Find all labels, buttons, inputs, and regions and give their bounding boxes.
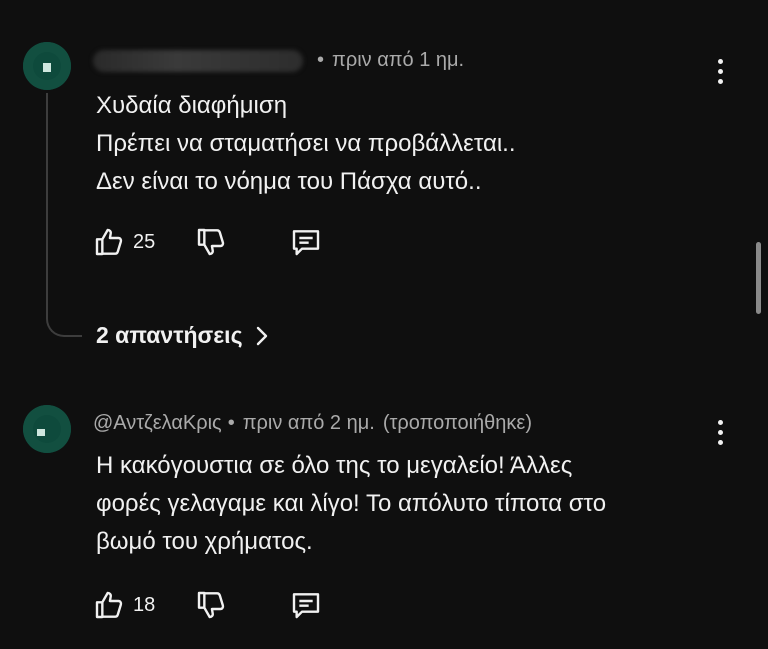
like-button[interactable]: 18: [93, 589, 155, 621]
like-count: 25: [133, 230, 156, 253]
comment-header: @ΑντζελαΚρις • πριν από 2 ημ. (τροποποιή…: [93, 412, 532, 435]
thumb-down-icon: [198, 591, 225, 619]
comment-actions: 18: [93, 589, 323, 621]
scrollbar[interactable]: [756, 242, 761, 314]
avatar[interactable]: [23, 42, 71, 90]
more-vertical-icon[interactable]: [718, 420, 724, 445]
avatar[interactable]: [23, 405, 71, 453]
dislike-button[interactable]: [195, 589, 227, 621]
thumb-down-icon: [198, 228, 225, 256]
dislike-button[interactable]: [195, 226, 227, 258]
reply-button[interactable]: [289, 226, 323, 258]
comment-text: Η κακόγουστια σε όλο της το μεγαλείο! Άλ…: [96, 452, 607, 555]
thread-line: [46, 93, 82, 337]
reply-button[interactable]: [289, 589, 323, 621]
comment-header: • πριν από 1 ημ.: [93, 49, 464, 72]
edited-label: (τροποποιήθηκε): [382, 412, 532, 434]
comment-icon: [293, 593, 320, 619]
blurred-author-name[interactable]: [93, 49, 303, 72]
more-vertical-icon[interactable]: [718, 59, 724, 84]
like-button[interactable]: 25: [93, 226, 155, 258]
like-count: 18: [133, 593, 156, 616]
replies-toggle[interactable]: 2 απαντήσεις: [96, 322, 269, 349]
comment-time[interactable]: πριν από 2 ημ.: [243, 412, 375, 435]
thumb-up-icon: [95, 228, 123, 256]
chevron-right-icon: [256, 326, 267, 345]
comment-time[interactable]: πριν από 1 ημ.: [332, 49, 464, 72]
comment-actions: 25: [93, 226, 323, 258]
comment-text: Χυδαία διαφήμιση Πρέπει να σταματήσει να…: [96, 92, 516, 195]
thumb-up-icon: [95, 591, 123, 619]
comment-author[interactable]: @ΑντζελαΚρις: [93, 412, 222, 435]
comment-icon: [293, 230, 320, 256]
